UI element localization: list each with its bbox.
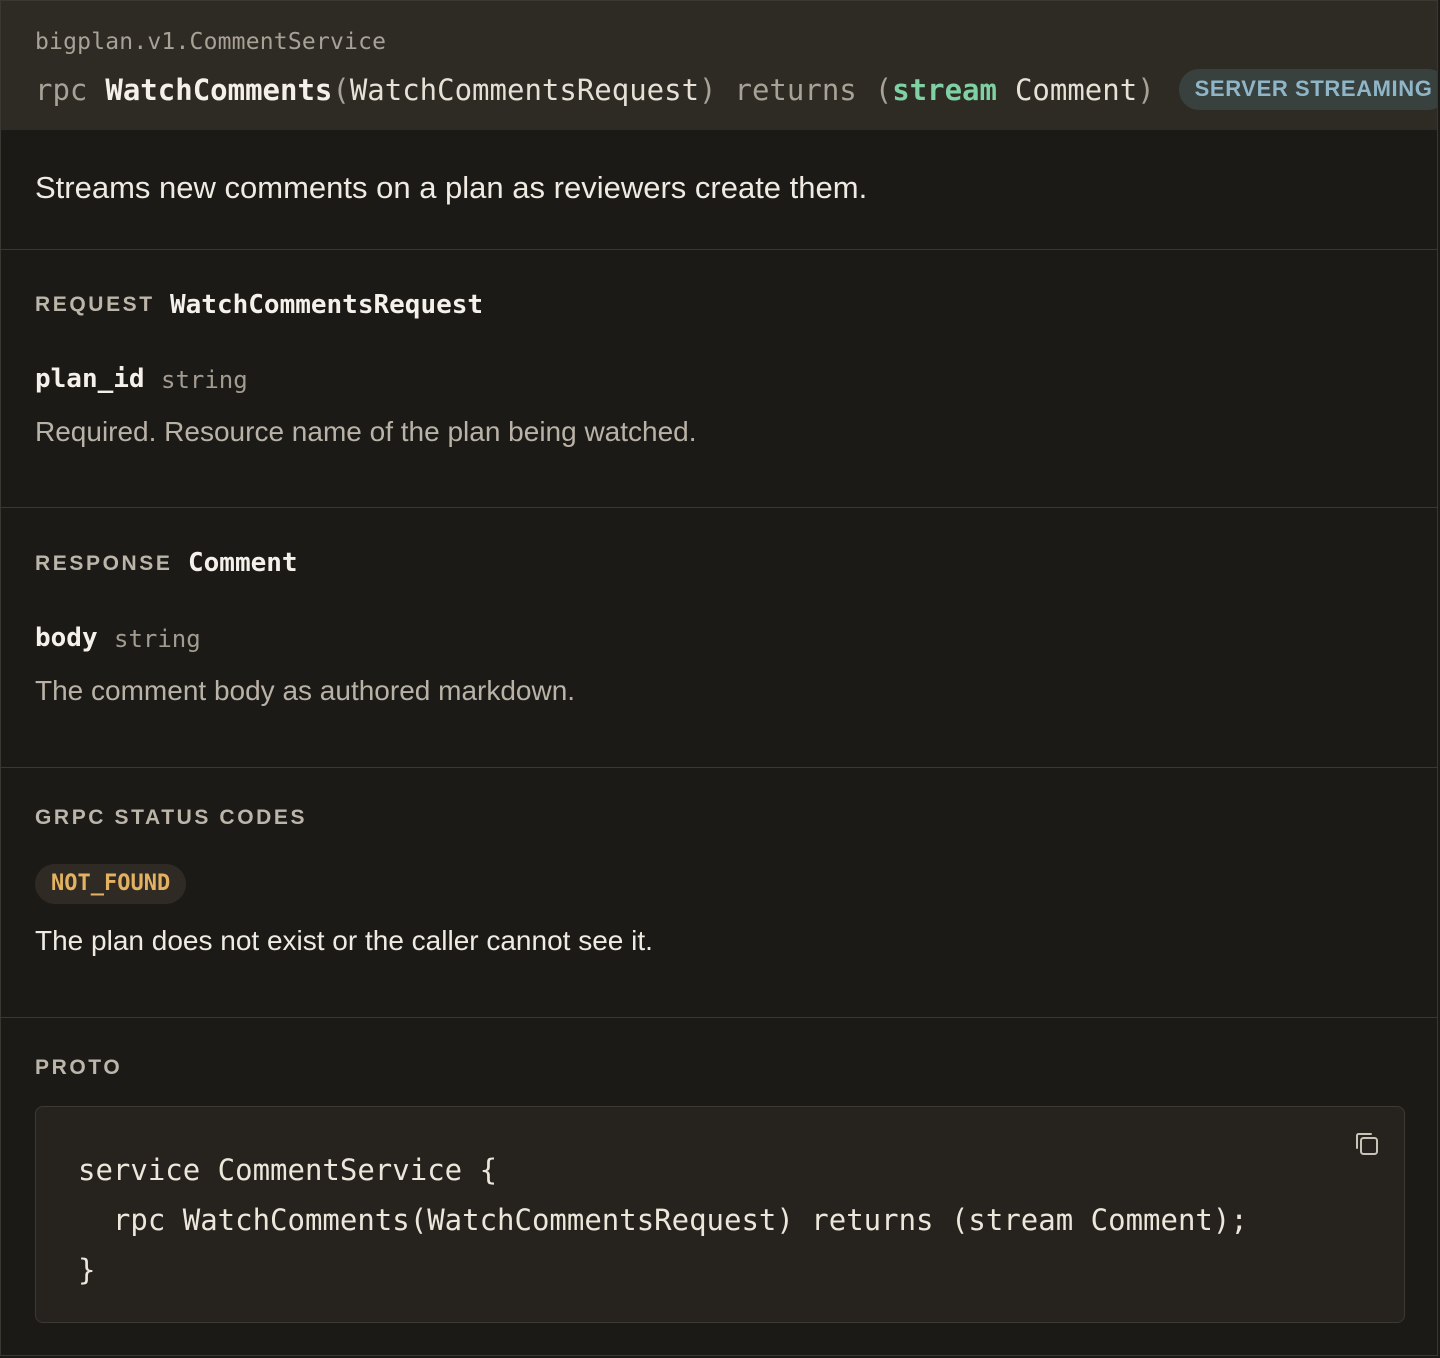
- method-header: bigplan.v1.CommentService rpc WatchComme…: [1, 1, 1437, 130]
- open-paren: (: [332, 72, 350, 107]
- proto-line-3: }: [78, 1253, 96, 1287]
- request-type-ref[interactable]: WatchCommentsRequest: [350, 73, 699, 107]
- status-codes-section: GRPC STATUS CODES NOT_FOUND The plan doe…: [1, 767, 1437, 1017]
- returns-close-paren: ): [1137, 72, 1155, 107]
- request-field-desc: Required. Resource name of the plan bein…: [35, 416, 697, 447]
- status-code-badge: NOT_FOUND: [35, 864, 187, 904]
- response-field-desc: The comment body as authored markdown.: [35, 675, 576, 706]
- rpc-method-card: bigplan.v1.CommentService rpc WatchComme…: [0, 0, 1438, 1356]
- copy-button[interactable]: [1352, 1129, 1382, 1159]
- request-field-name: plan_id: [35, 364, 145, 394]
- close-paren: ): [699, 72, 717, 107]
- proto-code-block: service CommentService { rpc WatchCommen…: [35, 1106, 1405, 1323]
- method-description: Streams new comments on a plan as review…: [35, 170, 868, 205]
- response-label: RESPONSE: [35, 552, 173, 575]
- server-streaming-badge: SERVER STREAMING: [1178, 69, 1437, 110]
- method-name: WatchComments: [105, 72, 333, 107]
- stream-keyword: stream: [892, 72, 997, 107]
- response-type-name[interactable]: Comment: [188, 548, 298, 578]
- status-code-desc: The plan does not exist or the caller ca…: [35, 925, 653, 956]
- description-section: Streams new comments on a plan as review…: [1, 130, 1437, 249]
- proto-label: PROTO: [35, 1056, 123, 1079]
- response-section: RESPONSE Comment body string The comment…: [1, 507, 1437, 767]
- proto-section: PROTO service CommentService { rpc Watch…: [1, 1017, 1437, 1355]
- proto-code: service CommentService { rpc WatchCommen…: [78, 1145, 1248, 1295]
- response-type-ref[interactable]: Comment: [1015, 73, 1137, 107]
- proto-line-2: rpc WatchComments(WatchCommentsRequest) …: [78, 1203, 1248, 1237]
- request-field-type: string: [161, 366, 248, 394]
- rpc-keyword: rpc: [35, 72, 88, 107]
- returns-open-paren: (: [874, 72, 893, 107]
- request-label: REQUEST: [35, 293, 155, 316]
- method-signature: rpc WatchComments ( WatchCommentsRequest…: [35, 69, 1437, 110]
- service-path: bigplan.v1.CommentService: [35, 29, 387, 55]
- copy-icon: [1356, 1133, 1378, 1155]
- request-type-name[interactable]: WatchCommentsRequest: [170, 290, 483, 320]
- response-field-type: string: [114, 625, 201, 653]
- request-section: REQUEST WatchCommentsRequest plan_id str…: [1, 249, 1437, 507]
- returns-keyword: returns: [734, 72, 857, 107]
- status-codes-label: GRPC STATUS CODES: [35, 806, 308, 829]
- proto-line-1: service CommentService {: [78, 1153, 498, 1187]
- response-field-name: body: [35, 623, 98, 653]
